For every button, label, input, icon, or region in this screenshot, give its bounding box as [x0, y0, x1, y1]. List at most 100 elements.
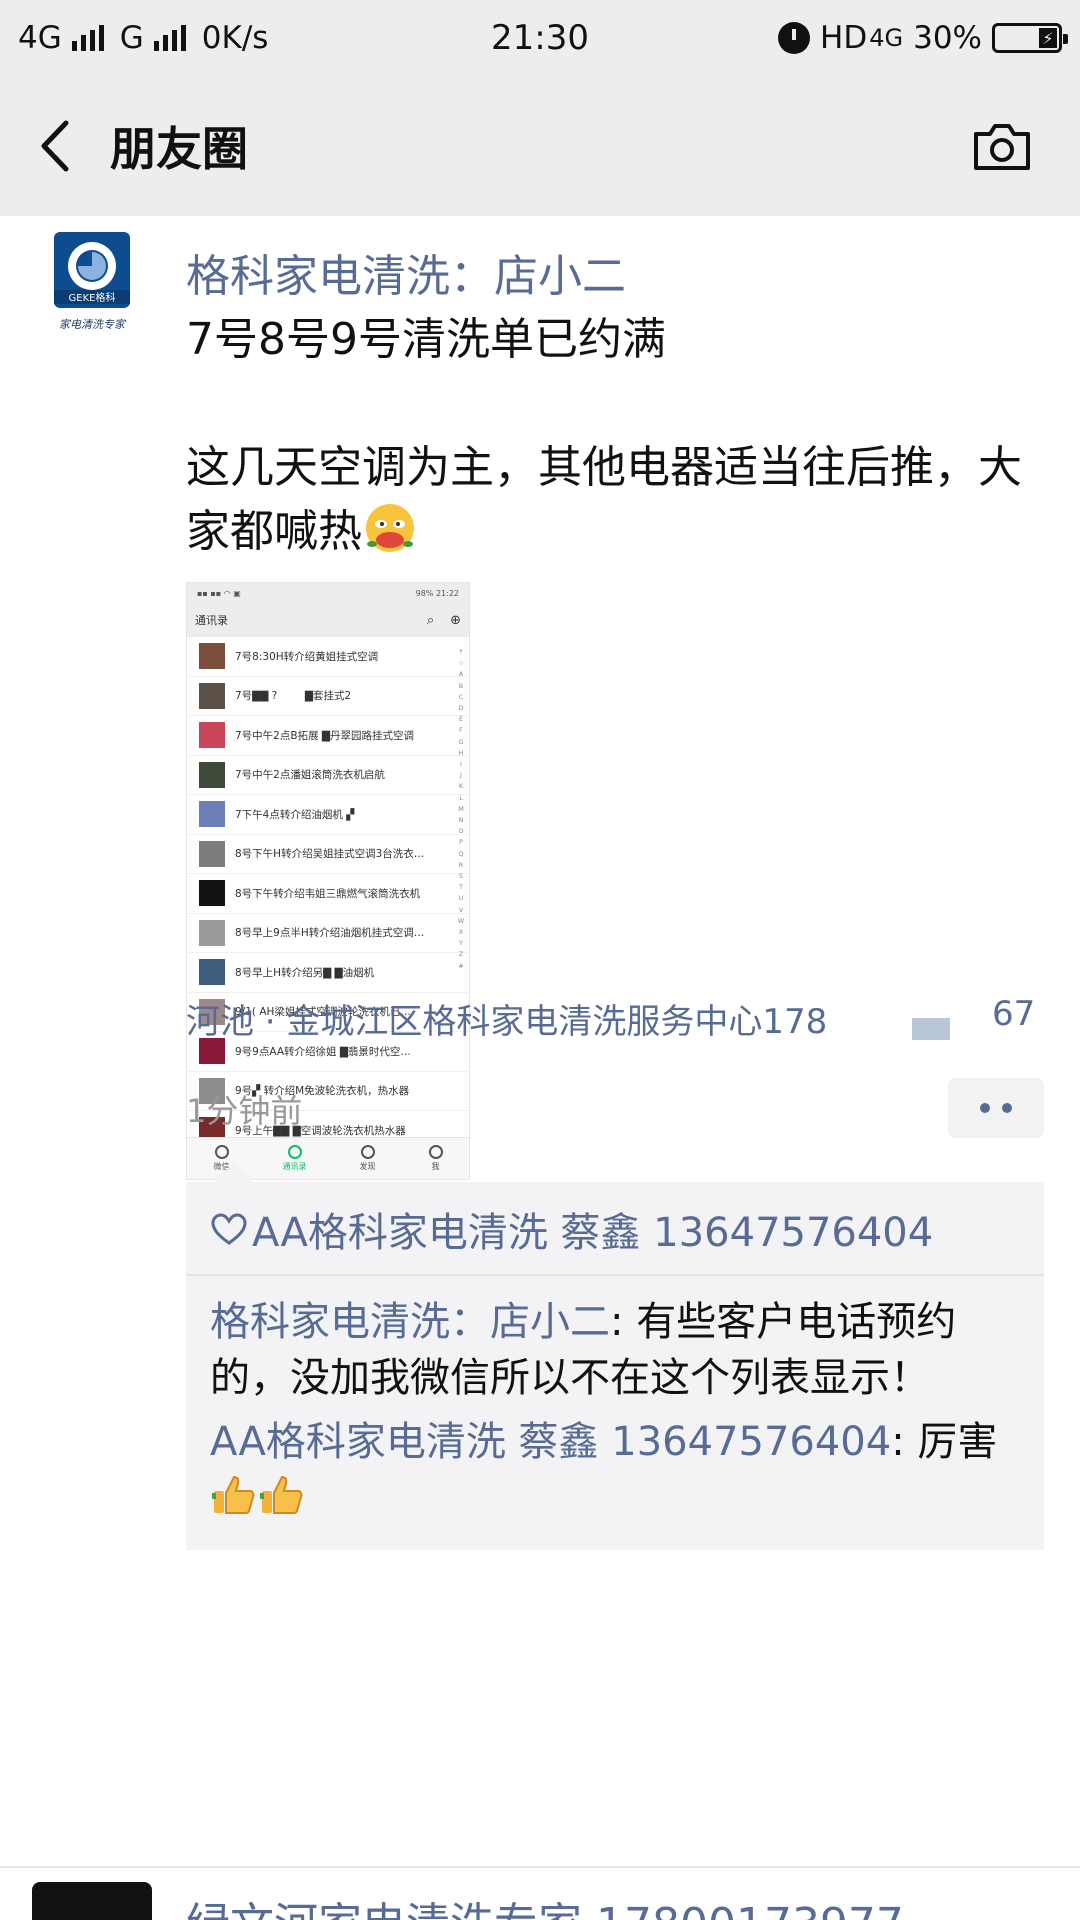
image-contact-avatar: [199, 840, 225, 867]
image-contact-avatar: [199, 801, 225, 828]
image-tab-discover: 发现: [360, 1145, 376, 1172]
author-name[interactable]: 格科家电清洗：店小二: [186, 240, 626, 304]
image-contact-name: 7号8:30H转介绍黄姐挂式空调: [235, 650, 379, 663]
post-text-line-2-text: 这几天空调为主，其他电器适当往后推，大家都喊热: [186, 442, 1022, 557]
image-contact-name: 7号中午2点潘姐滚筒洗衣机启航: [235, 769, 385, 782]
image-index-letter: Y: [459, 939, 463, 948]
heart-icon: [211, 1213, 247, 1245]
battery-icon: ⚡: [992, 23, 1068, 53]
image-index-letter: ↑: [458, 648, 464, 656]
author-avatar[interactable]: GEKE格科 家电清洗专家: [32, 230, 152, 350]
image-status-bar: ▪▪ ▪▪ ◠ ▣ 98% 21:22: [187, 583, 469, 603]
image-search-icon: ⌕: [426, 612, 435, 628]
post-content: 7号8号9号清洗单已约满 这几天空调为主，其他电器适当往后推，大家都喊热: [186, 308, 1036, 564]
hd-label: HD: [820, 20, 868, 56]
image-tab-contacts: 通讯录: [283, 1145, 307, 1172]
image-title: 通讯录: [195, 614, 228, 627]
comment-item[interactable]: 格科家电清洗：店小二: 有些客户电话预约的，没加我微信所以不在这个列表显示！: [186, 1290, 1044, 1406]
image-contact-avatar: [199, 643, 225, 670]
image-alphabet-index: ↑ ☆ A B C D E F G H I J K L M N O P Q R S T U V W X Y Z #: [457, 647, 465, 972]
more-actions-button[interactable]: [948, 1078, 1044, 1138]
signal-icon-2: [153, 25, 186, 51]
image-index-letter: K: [458, 782, 464, 791]
image-index-letter: F: [459, 726, 463, 735]
image-index-letter: T: [459, 883, 463, 892]
image-contact-avatar: [199, 880, 225, 907]
image-index-letter: O: [458, 827, 464, 836]
next-author-name[interactable]: 绿文河家电清洗专家 17800173977: [186, 1888, 904, 1920]
image-index-letter: S: [458, 872, 464, 881]
dot-icon: [980, 1103, 990, 1113]
comment-item[interactable]: AA格科家电清洗 蔡鑫 13647576404: 厉害: [186, 1406, 1044, 1526]
like-names[interactable]: AA格科家电清洗 蔡鑫 13647576404: [252, 1200, 933, 1258]
image-contact-row: 7号中午2点潘姐滚筒洗衣机启航: [187, 756, 469, 795]
image-index-letter: R: [458, 860, 464, 869]
comment-text: : 厉害: [891, 1419, 998, 1465]
network-label: 4G: [18, 20, 62, 56]
back-button[interactable]: [0, 76, 110, 216]
image-index-letter: A: [458, 670, 464, 679]
status-right: HD 4G 30% ⚡: [778, 20, 1068, 56]
image-contact-name: 7号▇▇ ? ▇套挂式2: [235, 690, 352, 703]
image-signal-icon: ▪▪ ▪▪ ◠ ▣: [197, 588, 241, 598]
person-icon: [428, 1145, 443, 1159]
post-location-tail[interactable]: 67: [992, 994, 1035, 1034]
image-index-letter: D: [458, 704, 464, 713]
post-text-line-1: 7号8号9号清洗单已约满: [186, 314, 666, 365]
sweating-emoji-icon: [366, 504, 414, 552]
next-author-avatar[interactable]: [32, 1882, 152, 1920]
image-index-letter: M: [458, 804, 464, 813]
image-index-letter: #: [458, 961, 464, 970]
image-contact-avatar: [199, 722, 225, 749]
svg-text:家电清洗专家: 家电清洗专家: [59, 318, 127, 331]
likes-row: AA格科家电清洗 蔡鑫 13647576404: [186, 1182, 1044, 1276]
image-nav-icons: ⌕ ⊕: [427, 613, 461, 628]
image-index-letter: L: [459, 793, 463, 802]
image-contact-row: 7下午4点转介绍油烟机 ▞: [187, 795, 469, 835]
image-contact-row: 7号▇▇ ? ▇套挂式2: [187, 677, 469, 716]
next-moment-post: 绿文河家电清洗专家 17800173977: [0, 1868, 1080, 1920]
image-contact-avatar: [199, 919, 225, 946]
location-redaction: [912, 1018, 950, 1040]
image-index-letter: Z: [458, 950, 464, 959]
image-contact-avatar: [199, 682, 225, 709]
image-contact-name: 7号中午2点B拓展 ▇丹翠园路挂式空调: [235, 729, 414, 742]
image-index-letter: H: [458, 748, 464, 757]
dot-icon: [1002, 1103, 1012, 1113]
image-index-letter: P: [459, 838, 463, 847]
status-left: 4G G 0K/s: [18, 20, 268, 56]
image-contact-list: 7号8:30H转介绍黄姐挂式空调 7号▇▇ ? ▇套挂式2 7号中午2点B拓展 ▇丹…: [187, 637, 469, 1151]
image-contact-avatar: [199, 761, 225, 788]
image-contact-row: 7号8:30H转介绍黄姐挂式空调: [187, 637, 469, 677]
camera-button[interactable]: [972, 118, 1032, 174]
contacts-icon: [287, 1145, 302, 1159]
image-index-letter: W: [457, 916, 465, 925]
image-index-letter: I: [460, 760, 462, 769]
image-index-letter: ☆: [458, 659, 464, 668]
comment-author[interactable]: AA格科家电清洗 蔡鑫 13647576404: [210, 1419, 891, 1465]
camera-icon: [974, 124, 1030, 170]
image-index-letter: J: [460, 771, 462, 780]
comment-list: 格科家电清洗：店小二: 有些客户电话预约的，没加我微信所以不在这个列表显示！ A…: [186, 1276, 1044, 1550]
image-battery: 98%: [415, 588, 434, 598]
image-index-letter: N: [458, 816, 464, 825]
post-location[interactable]: 河池 · 金城江区格科家电清洗服务中心178: [186, 994, 1036, 1043]
image-index-letter: B: [458, 681, 464, 690]
interaction-panel: AA格科家电清洗 蔡鑫 13647576404 格科家电清洗：店小二: 有些客户…: [186, 1162, 1044, 1550]
thumbs-up-icon: [260, 1475, 303, 1514]
image-nav-bar: 通讯录 ⌕ ⊕: [187, 603, 469, 637]
image-index-letter: Q: [458, 849, 464, 858]
battery-level-fill: ⚡: [1039, 28, 1057, 48]
image-contact-row: 8号下午转介绍韦姐三鼎燃气滚筒洗衣机: [187, 874, 469, 914]
network-label-3: 4G: [869, 24, 904, 52]
image-contact-name: 8号早上9点半H转介绍油烟机挂式空调…: [235, 927, 425, 940]
alarm-icon: [778, 22, 811, 54]
chat-icon: [214, 1145, 229, 1159]
image-contact-name: 8号下午转介绍韦姐三鼎燃气滚筒洗衣机: [235, 887, 421, 900]
image-contact-name: 8号下午H转介绍吴姐挂式空调3台洗衣…: [235, 848, 425, 861]
image-contact-avatar: [199, 959, 225, 986]
svg-text:GEKE格科: GEKE格科: [69, 291, 116, 304]
comment-author[interactable]: 格科家电清洗：店小二: [210, 1299, 610, 1345]
image-index-letter: G: [458, 737, 464, 746]
image-contact-row: 8号早上H转介绍另▇ ▇油烟机: [187, 953, 469, 993]
